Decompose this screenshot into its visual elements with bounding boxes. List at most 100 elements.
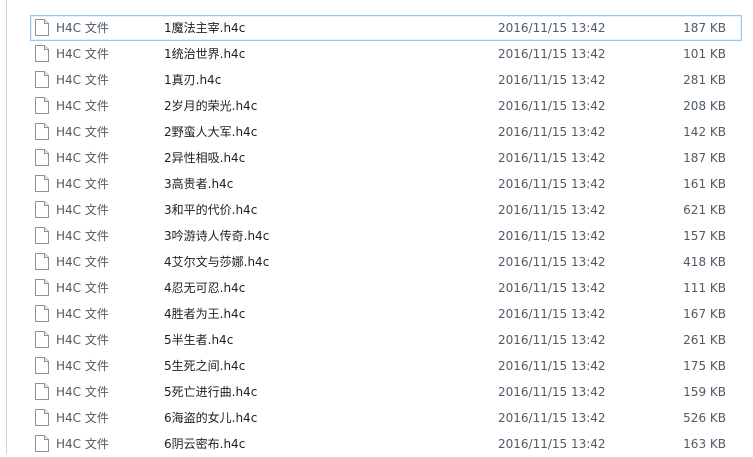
file-icon	[35, 331, 49, 348]
file-size: 167 KB	[683, 307, 726, 321]
file-size: 163 KB	[683, 437, 726, 451]
file-icon	[35, 123, 49, 140]
file-size: 159 KB	[683, 385, 726, 399]
file-icon	[35, 45, 49, 62]
file-icon	[35, 227, 49, 244]
file-list: H4C 文件 1魔法主宰.h4c 2016/11/15 13:42 187 KB…	[30, 15, 742, 457]
file-name: 4胜者为王.h4c	[164, 307, 246, 321]
file-date-modified: 2016/11/15 13:42	[498, 203, 606, 217]
file-name: 3高贵者.h4c	[164, 177, 234, 191]
file-type: H4C 文件	[56, 99, 109, 113]
file-name: 3和平的代价.h4c	[164, 203, 258, 217]
file-icon	[35, 253, 49, 270]
file-size: 157 KB	[683, 229, 726, 243]
file-row[interactable]: H4C 文件 4艾尔文与莎娜.h4c 2016/11/15 13:42 418 …	[30, 249, 742, 275]
file-date-modified: 2016/11/15 13:42	[498, 411, 606, 425]
file-date-modified: 2016/11/15 13:42	[498, 229, 606, 243]
file-date-modified: 2016/11/15 13:42	[498, 151, 606, 165]
file-size: 281 KB	[683, 73, 726, 87]
file-icon	[35, 97, 49, 114]
file-type: H4C 文件	[56, 307, 109, 321]
file-row[interactable]: H4C 文件 2异性相吸.h4c 2016/11/15 13:42 187 KB	[30, 145, 742, 171]
file-type: H4C 文件	[56, 203, 109, 217]
file-row[interactable]: H4C 文件 5半生者.h4c 2016/11/15 13:42 261 KB	[30, 327, 742, 353]
file-row[interactable]: H4C 文件 3吟游诗人传奇.h4c 2016/11/15 13:42 157 …	[30, 223, 742, 249]
file-icon	[35, 279, 49, 296]
file-name: 2异性相吸.h4c	[164, 151, 246, 165]
file-size: 101 KB	[683, 47, 726, 61]
file-type: H4C 文件	[56, 281, 109, 295]
file-type: H4C 文件	[56, 255, 109, 269]
file-size: 187 KB	[683, 21, 726, 35]
file-icon	[35, 383, 49, 400]
file-type: H4C 文件	[56, 437, 109, 451]
file-date-modified: 2016/11/15 13:42	[498, 359, 606, 373]
file-name: 5生死之间.h4c	[164, 359, 246, 373]
file-type: H4C 文件	[56, 47, 109, 61]
file-size: 261 KB	[683, 333, 726, 347]
file-size: 418 KB	[683, 255, 726, 269]
file-name: 3吟游诗人传奇.h4c	[164, 229, 270, 243]
file-name: 4忍无可忍.h4c	[164, 281, 246, 295]
file-icon	[35, 19, 49, 36]
file-row[interactable]: H4C 文件 1真刃.h4c 2016/11/15 13:42 281 KB	[30, 67, 742, 93]
file-date-modified: 2016/11/15 13:42	[498, 99, 606, 113]
file-date-modified: 2016/11/15 13:42	[498, 125, 606, 139]
file-icon	[35, 71, 49, 88]
file-type: H4C 文件	[56, 411, 109, 425]
file-name: 6海盗的女儿.h4c	[164, 411, 258, 425]
file-name: 2岁月的荣光.h4c	[164, 99, 258, 113]
file-name: 6阴云密布.h4c	[164, 437, 246, 451]
file-icon	[35, 357, 49, 374]
file-date-modified: 2016/11/15 13:42	[498, 333, 606, 347]
file-date-modified: 2016/11/15 13:42	[498, 255, 606, 269]
file-date-modified: 2016/11/15 13:42	[498, 385, 606, 399]
file-row[interactable]: H4C 文件 2野蛮人大军.h4c 2016/11/15 13:42 142 K…	[30, 119, 742, 145]
file-name: 1魔法主宰.h4c	[164, 21, 246, 35]
file-size: 187 KB	[683, 151, 726, 165]
file-name: 4艾尔文与莎娜.h4c	[164, 255, 270, 269]
file-size: 621 KB	[683, 203, 726, 217]
file-row[interactable]: H4C 文件 6海盗的女儿.h4c 2016/11/15 13:42 526 K…	[30, 405, 742, 431]
file-row[interactable]: H4C 文件 5死亡进行曲.h4c 2016/11/15 13:42 159 K…	[30, 379, 742, 405]
file-row[interactable]: H4C 文件 5生死之间.h4c 2016/11/15 13:42 175 KB	[30, 353, 742, 379]
file-row[interactable]: H4C 文件 3和平的代价.h4c 2016/11/15 13:42 621 K…	[30, 197, 742, 223]
file-icon	[35, 201, 49, 218]
file-name: 2野蛮人大军.h4c	[164, 125, 258, 139]
file-icon	[35, 149, 49, 166]
file-type: H4C 文件	[56, 385, 109, 399]
file-date-modified: 2016/11/15 13:42	[498, 437, 606, 451]
file-size: 526 KB	[683, 411, 726, 425]
file-row[interactable]: H4C 文件 2岁月的荣光.h4c 2016/11/15 13:42 208 K…	[30, 93, 742, 119]
file-row[interactable]: H4C 文件 4忍无可忍.h4c 2016/11/15 13:42 111 KB	[30, 275, 742, 301]
file-date-modified: 2016/11/15 13:42	[498, 47, 606, 61]
file-size: 161 KB	[683, 177, 726, 191]
file-row[interactable]: H4C 文件 3高贵者.h4c 2016/11/15 13:42 161 KB	[30, 171, 742, 197]
file-size: 208 KB	[683, 99, 726, 113]
file-date-modified: 2016/11/15 13:42	[498, 281, 606, 295]
file-date-modified: 2016/11/15 13:42	[498, 73, 606, 87]
file-type: H4C 文件	[56, 359, 109, 373]
file-name: 1统治世界.h4c	[164, 47, 246, 61]
file-type: H4C 文件	[56, 229, 109, 243]
pane-divider	[6, 0, 7, 454]
file-size: 175 KB	[683, 359, 726, 373]
file-name: 5死亡进行曲.h4c	[164, 385, 258, 399]
file-date-modified: 2016/11/15 13:42	[498, 307, 606, 321]
file-type: H4C 文件	[56, 151, 109, 165]
file-name: 5半生者.h4c	[164, 333, 234, 347]
file-icon	[35, 409, 49, 426]
file-type: H4C 文件	[56, 73, 109, 87]
file-row[interactable]: H4C 文件 6阴云密布.h4c 2016/11/15 13:42 163 KB	[30, 431, 742, 457]
file-icon	[35, 175, 49, 192]
file-date-modified: 2016/11/15 13:42	[498, 177, 606, 191]
file-name: 1真刃.h4c	[164, 73, 222, 87]
file-row[interactable]: H4C 文件 1统治世界.h4c 2016/11/15 13:42 101 KB	[30, 41, 742, 67]
file-icon	[35, 305, 49, 322]
file-type: H4C 文件	[56, 177, 109, 191]
file-row[interactable]: H4C 文件 4胜者为王.h4c 2016/11/15 13:42 167 KB	[30, 301, 742, 327]
file-type: H4C 文件	[56, 125, 109, 139]
file-type: H4C 文件	[56, 333, 109, 347]
file-size: 142 KB	[683, 125, 726, 139]
file-row[interactable]: H4C 文件 1魔法主宰.h4c 2016/11/15 13:42 187 KB	[30, 15, 742, 41]
